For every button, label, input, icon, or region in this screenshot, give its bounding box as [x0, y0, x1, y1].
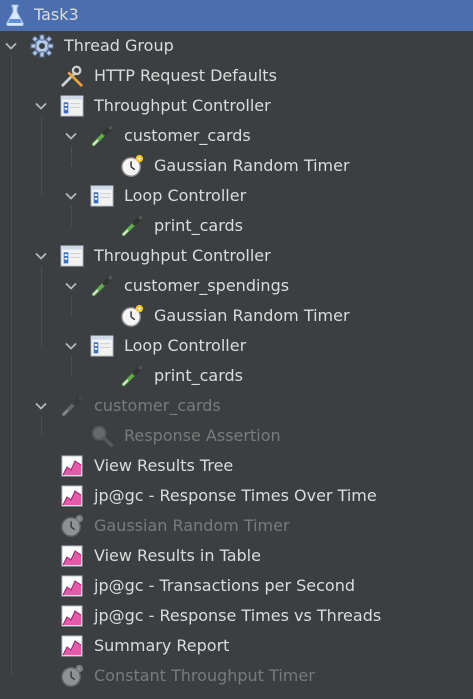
pipette-icon — [60, 394, 84, 418]
tree-node-label: HTTP Request Defaults — [94, 66, 277, 85]
graph-icon — [60, 484, 84, 508]
expand-toggle-chevron-icon[interactable] — [64, 279, 78, 293]
tree-node-label: View Results in Table — [94, 546, 261, 565]
pipette-icon — [120, 364, 144, 388]
tree-node[interactable]: Throughput Controller — [0, 241, 473, 271]
expand-toggle-chevron-icon[interactable] — [64, 129, 78, 143]
tree-guide-line — [11, 57, 12, 676]
tree-node-label: customer_cards — [94, 396, 221, 415]
tree-node-label: Response Assertion — [124, 426, 281, 445]
magnifier-icon — [90, 424, 114, 448]
tree-node[interactable]: View Results Tree — [0, 451, 473, 481]
tree-guide-line — [41, 417, 42, 436]
tree-node[interactable]: View Results in Table — [0, 541, 473, 571]
tree-node[interactable]: Thread Group — [0, 31, 473, 61]
tree-node-label: Constant Throughput Timer — [94, 666, 315, 685]
tree-node-label: Summary Report — [94, 636, 230, 655]
controller-icon — [90, 184, 114, 208]
tree-node[interactable]: Response Assertion — [0, 421, 473, 451]
tree-guide-line — [71, 357, 72, 376]
tree-node[interactable]: jp@gc - Response Times vs Threads — [0, 601, 473, 631]
graph-icon — [60, 604, 84, 628]
tree-node[interactable]: Constant Throughput Timer — [0, 661, 473, 691]
tree-node-label: jp@gc - Transactions per Second — [94, 576, 355, 595]
tree-node-label: customer_cards — [124, 126, 251, 145]
pipette-icon — [90, 124, 114, 148]
tree-node[interactable]: Throughput Controller — [0, 91, 473, 121]
controller-icon — [90, 334, 114, 358]
stopwatch-icon — [60, 664, 84, 688]
graph-icon — [60, 544, 84, 568]
tree-node-label: Throughput Controller — [94, 96, 271, 115]
expand-toggle-chevron-icon[interactable] — [64, 339, 78, 353]
tree-node-label: jp@gc - Response Times Over Time — [94, 486, 377, 505]
pipette-icon — [90, 274, 114, 298]
test-plan-tree[interactable]: Task3 Thread Group HTTP Request Defaults Th… — [0, 0, 473, 699]
graph-icon — [60, 574, 84, 598]
tree-node-label: Gaussian Random Timer — [94, 516, 290, 535]
tree-node[interactable]: HTTP Request Defaults — [0, 61, 473, 91]
stopwatch-icon — [120, 304, 144, 328]
tree-node-label: Task3 — [34, 5, 79, 24]
tree-node[interactable]: Summary Report — [0, 631, 473, 661]
controller-icon — [60, 244, 84, 268]
expand-toggle-chevron-icon[interactable] — [34, 399, 48, 413]
tree-guide-line — [41, 267, 42, 346]
tree-node-label: print_cards — [154, 216, 243, 235]
tree-node[interactable]: jp@gc - Response Times Over Time — [0, 481, 473, 511]
gear-icon — [30, 34, 54, 58]
tree-node-label: jp@gc - Response Times vs Threads — [94, 606, 382, 625]
tree-node-label: Loop Controller — [124, 186, 247, 205]
expand-toggle-chevron-icon[interactable] — [34, 99, 48, 113]
flask-icon — [3, 3, 27, 27]
tree-guide-line — [71, 297, 72, 316]
tree-node-label: Throughput Controller — [94, 246, 271, 265]
stopwatch-icon — [60, 514, 84, 538]
tree-node[interactable]: customer_cards — [0, 391, 473, 421]
tree-guide-line — [71, 207, 72, 226]
tree-node-label: Gaussian Random Timer — [154, 306, 350, 325]
controller-icon — [60, 94, 84, 118]
tree-guide-line — [71, 147, 72, 166]
graph-icon — [60, 634, 84, 658]
expand-toggle-chevron-icon[interactable] — [4, 39, 18, 53]
tree-node-label: Loop Controller — [124, 336, 247, 355]
tree-node-label: customer_spendings — [124, 276, 290, 295]
tree-node[interactable]: jp@gc - Transactions per Second — [0, 571, 473, 601]
tree-guide-line — [41, 117, 42, 196]
stopwatch-icon — [120, 154, 144, 178]
expand-toggle-chevron-icon[interactable] — [34, 249, 48, 263]
tree-node[interactable]: Gaussian Random Timer — [0, 511, 473, 541]
tree-node-label: Gaussian Random Timer — [154, 156, 350, 175]
expand-toggle-chevron-icon[interactable] — [64, 189, 78, 203]
pipette-icon — [120, 214, 144, 238]
tree-node-label: View Results Tree — [94, 456, 234, 475]
tree-node-label: print_cards — [154, 366, 243, 385]
graph-icon — [60, 454, 84, 478]
wrench-screwdriver-icon — [60, 64, 84, 88]
tree-node[interactable]: Task3 — [0, 0, 473, 31]
tree-node-label: Thread Group — [64, 36, 174, 55]
